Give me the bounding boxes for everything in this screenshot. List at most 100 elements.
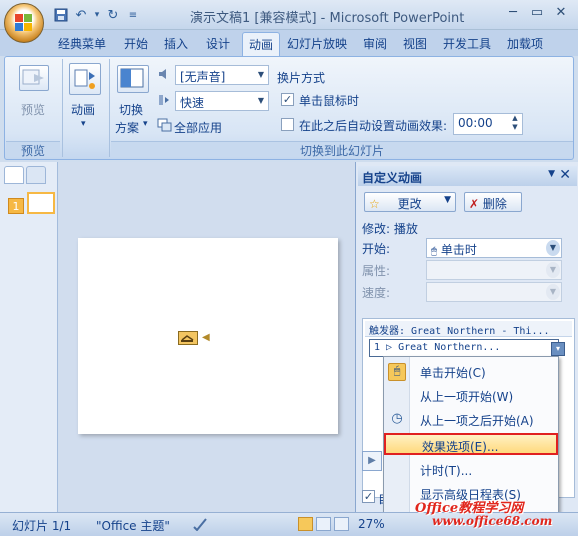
preview-icon[interactable] xyxy=(19,65,49,91)
tab-review[interactable]: 审阅 xyxy=(363,35,387,52)
auto-after-checkbox[interactable] xyxy=(281,118,294,131)
watermark-url: www.office68.com xyxy=(432,514,553,528)
start-select[interactable]: 🖱 单击时 ▼ xyxy=(426,238,562,258)
normal-view-button[interactable] xyxy=(298,517,313,531)
slides-tab[interactable] xyxy=(4,166,24,184)
slideshow-view-button[interactable] xyxy=(334,517,349,531)
apply-all-button[interactable]: 全部应用 xyxy=(174,119,222,136)
chevron-down-icon: ▼ xyxy=(546,262,560,278)
slide-sorter-button[interactable] xyxy=(316,517,331,531)
menu-item-timing[interactable]: 计时(T)... xyxy=(384,459,558,481)
mouse-click-icon: 🖱 xyxy=(388,363,406,381)
quick-access-toolbar: ↶ ▾ ↻ ≡ xyxy=(52,6,142,24)
tab-addins[interactable]: 加载项 xyxy=(507,35,543,52)
switch-dropdown-icon[interactable]: ▾ xyxy=(143,119,148,129)
preview-button[interactable]: 预览 xyxy=(21,101,45,118)
window-title: 演示文稿1 [兼容模式] - Microsoft PowerPoint xyxy=(190,11,465,26)
start-value: 单击时 xyxy=(440,243,477,257)
undo-icon[interactable]: ↶ xyxy=(72,6,90,24)
speed-select: ▼ xyxy=(426,282,562,302)
menu-item-with-previous[interactable]: 从上一项开始(W) xyxy=(384,385,558,407)
switch-label-2[interactable]: 方案 xyxy=(115,119,139,136)
auto-after-time-value: 00:00 xyxy=(458,116,493,130)
chevron-down-icon: ▼ xyxy=(546,284,560,300)
slide-editing-area: ◀ xyxy=(59,162,355,512)
on-click-label: 单击鼠标时 xyxy=(299,94,360,108)
transition-speed-select[interactable]: 快速 ▼ xyxy=(175,91,269,111)
redo-icon[interactable]: ↻ xyxy=(104,6,122,24)
auto-after-time-input[interactable]: 00:00 ▲ ▼ xyxy=(453,113,523,135)
switch-mode-title: 换片方式 xyxy=(277,71,326,85)
animation-trigger-icon[interactable] xyxy=(178,331,198,345)
transition-speed-value: 快速 xyxy=(180,96,205,110)
pane-title: 自定义动画 xyxy=(362,171,423,185)
menu-item-label: 计时(T)... xyxy=(420,464,473,478)
transition-scheme-icon[interactable] xyxy=(117,65,149,93)
tab-view[interactable]: 视图 xyxy=(403,35,427,52)
autopreview-checkbox[interactable]: ✓ xyxy=(362,490,375,503)
slide[interactable]: ◀ xyxy=(78,238,338,434)
zoom-level[interactable]: 27% xyxy=(358,517,385,531)
play-button[interactable]: ▶ xyxy=(362,451,382,471)
transition-sound-select[interactable]: [无声音] ▼ xyxy=(175,65,269,85)
item-dropdown-button[interactable]: ▾ xyxy=(551,342,565,356)
speed-icon xyxy=(157,93,171,110)
auto-after-label: 在此之后自动设置动画效果: xyxy=(299,119,448,133)
save-icon[interactable] xyxy=(52,6,70,24)
menu-item-label: 从上一项之后开始(A) xyxy=(420,414,534,428)
remove-effect-button[interactable]: ✗ 删除 xyxy=(464,192,522,212)
theme-name: "Office 主题" xyxy=(96,519,170,533)
menu-item-effect-options[interactable]: 效果选项(E)... xyxy=(384,433,558,455)
speaker-icon[interactable]: ◀ xyxy=(202,332,210,343)
chevron-down-icon: ▼ xyxy=(444,195,451,205)
animation-item[interactable]: 1 ▷ Great Northern... xyxy=(369,339,559,357)
spinner-icon[interactable]: ▲ ▼ xyxy=(508,114,522,132)
delete-label: 删除 xyxy=(482,197,507,211)
tab-insert[interactable]: 插入 xyxy=(164,35,188,52)
change-effect-button[interactable]: ☆ 更改 ▼ xyxy=(364,192,456,212)
group-divider xyxy=(109,59,110,157)
chevron-down-icon: ▼ xyxy=(257,70,265,79)
ribbon: 预览 预览 动画 ▾ 切换 方案 ▾ [无声音] ▼ 快速 ▼ 全部应用 换片方… xyxy=(4,56,574,160)
preview-group-label: 预览 xyxy=(6,141,60,158)
minimize-button[interactable]: ─ xyxy=(502,4,524,24)
close-button[interactable]: ✕ xyxy=(550,4,572,24)
restore-button[interactable]: ▭ xyxy=(526,4,548,24)
menu-item-start-on-click[interactable]: 🖱 单击开始(C) xyxy=(384,361,558,383)
chevron-down-icon: ▼ xyxy=(546,240,560,256)
menu-item-after-previous[interactable]: ◷ 从上一项之后开始(A) xyxy=(384,409,558,431)
pane-close-icon[interactable]: ✕ xyxy=(559,167,571,183)
outline-tab[interactable] xyxy=(26,166,46,184)
office-button[interactable] xyxy=(4,3,44,43)
tab-home[interactable]: 开始 xyxy=(124,35,148,52)
title-bar: ↶ ▾ ↻ ≡ 演示文稿1 [兼容模式] - Microsoft PowerPo… xyxy=(0,0,578,30)
spellcheck-icon[interactable] xyxy=(192,517,208,534)
pane-header: 自定义动画 ▼ ✕ xyxy=(358,166,577,186)
tab-slideshow[interactable]: 幻灯片放映 xyxy=(287,35,347,52)
change-label: 更改 xyxy=(397,197,422,211)
on-click-checkbox[interactable]: ✓ xyxy=(281,93,294,106)
slide-count: 幻灯片 1/1 xyxy=(12,519,72,533)
menu-item-label: 效果选项(E)... xyxy=(422,440,499,454)
tab-animation[interactable]: 动画 xyxy=(242,32,281,56)
start-label: 开始: xyxy=(362,242,391,256)
tab-classic-menu[interactable]: 经典菜单 xyxy=(58,35,106,52)
transition-group-label: 切换到此幻灯片 xyxy=(111,141,573,158)
sound-icon xyxy=(157,67,171,84)
animation-button[interactable]: 动画 xyxy=(71,101,95,118)
tab-developer[interactable]: 开发工具 xyxy=(443,35,491,52)
mouse-click-icon: 🖱 xyxy=(431,246,437,257)
animation-icon[interactable] xyxy=(69,63,101,95)
trigger-header[interactable]: 触发器: Great Northern - Thi... xyxy=(365,321,572,337)
pane-menu-icon[interactable]: ▼ xyxy=(548,169,555,179)
tab-design[interactable]: 设计 xyxy=(206,35,230,52)
property-label: 属性: xyxy=(362,264,391,278)
customize-qat-icon[interactable]: ≡ xyxy=(124,6,142,24)
undo-dropdown-icon[interactable]: ▾ xyxy=(92,6,102,24)
slides-pane xyxy=(0,162,58,512)
slide-thumbnail[interactable] xyxy=(27,192,55,214)
clock-icon: ◷ xyxy=(391,411,403,426)
switch-label-1[interactable]: 切换 xyxy=(119,101,143,118)
property-select: ▼ xyxy=(426,260,562,280)
animation-dropdown-icon[interactable]: ▾ xyxy=(81,119,86,129)
